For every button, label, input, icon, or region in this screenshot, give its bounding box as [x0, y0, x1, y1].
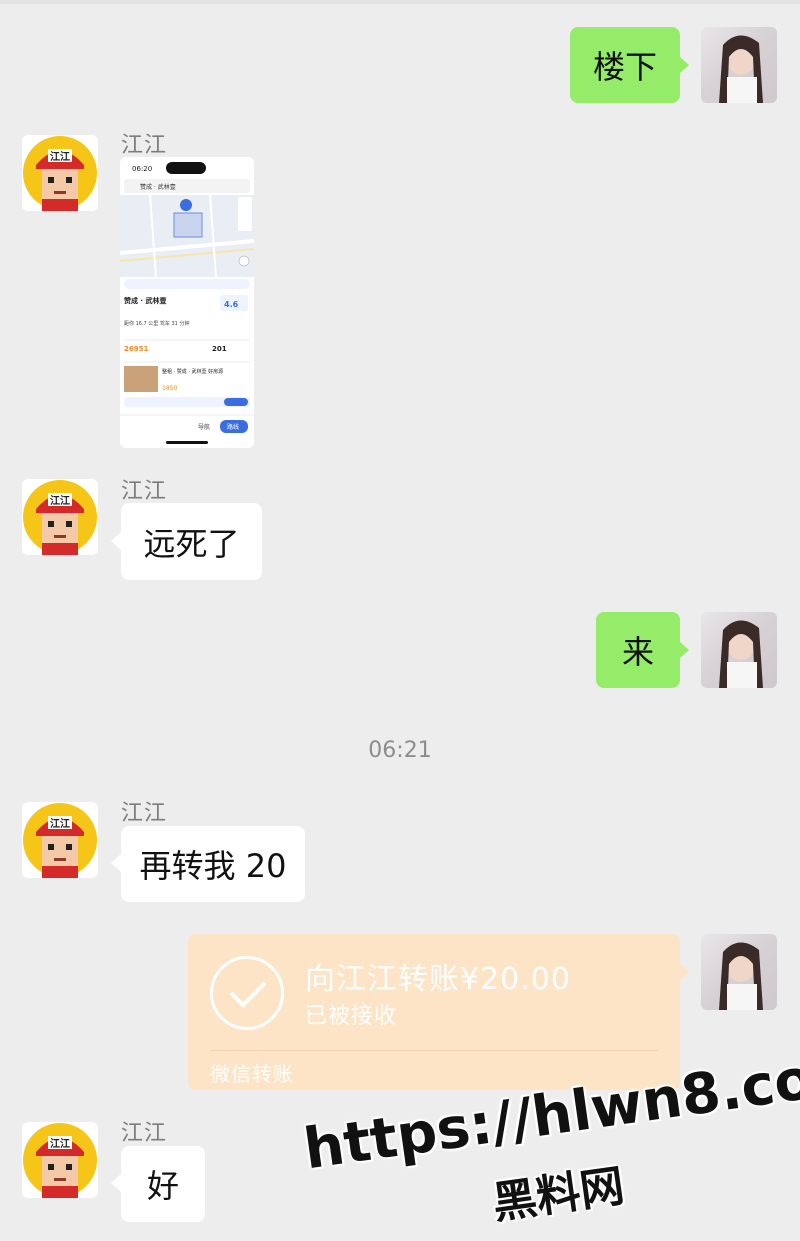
- contact-avatar[interactable]: 江江: [22, 1122, 98, 1198]
- sender-name: 江江: [121, 479, 168, 504]
- bubble-tail: [111, 1174, 121, 1192]
- top-divider: [0, 0, 800, 4]
- message-text: 楼下: [592, 48, 657, 86]
- map-place-name: 赞成 · 武林壹: [123, 296, 167, 305]
- message-text: 远死了: [143, 524, 240, 563]
- map-screenshot-image[interactable]: 06:20 赞成 · 武林壹 赞成 · 武林壹 4.6 距你 16.7 公里 驾…: [120, 157, 254, 448]
- contact-avatar[interactable]: 江江: [22, 135, 98, 211]
- bubble-tail: [111, 854, 121, 872]
- map-search-text: 赞成 · 武林壹: [140, 183, 176, 191]
- message-timestamp: 06:21: [368, 738, 432, 763]
- message-bubble-received[interactable]: 远死了: [121, 503, 262, 580]
- avatar-badge-text: 江江: [50, 817, 70, 830]
- transfer-divider: [210, 1050, 658, 1051]
- message-bubble-sent[interactable]: 来: [596, 612, 680, 688]
- transfer-footer: 微信转账: [210, 1062, 294, 1086]
- watermark-site-name: 黑料网: [489, 1160, 628, 1230]
- sender-name: 江江: [121, 133, 168, 158]
- message-bubble-received[interactable]: 再转我 20: [121, 826, 305, 902]
- avatar-badge-text: 江江: [50, 494, 70, 507]
- self-avatar[interactable]: [701, 27, 777, 103]
- map-ad-price: 1850: [162, 385, 177, 392]
- sender-name: 江江: [121, 1121, 168, 1146]
- transfer-card[interactable]: 向江江转账¥20.00 已被接收 微信转账: [188, 934, 680, 1090]
- map-price: 26951: [124, 345, 148, 353]
- bubble-tail: [679, 56, 689, 74]
- bubble-tail: [679, 963, 689, 981]
- map-ad-title: 整租 · 赞成 · 武林壹 好房源: [162, 368, 223, 375]
- contact-avatar[interactable]: 江江: [22, 802, 98, 878]
- sender-name: 江江: [121, 801, 168, 826]
- map-status-time: 06:20: [132, 165, 152, 173]
- avatar-badge-text: 江江: [50, 1137, 70, 1150]
- check-circle-icon: [210, 956, 284, 1030]
- transfer-title: 向江江转账¥20.00: [305, 962, 571, 997]
- map-count: 201: [212, 345, 227, 353]
- self-avatar[interactable]: [701, 934, 777, 1010]
- map-nav-button: 导航: [198, 423, 210, 431]
- map-distance: 距你 16.7 公里 驾车 31 分钟: [124, 320, 189, 327]
- map-route-button: 路线: [227, 423, 239, 431]
- bubble-tail: [111, 532, 121, 550]
- bubble-tail: [679, 641, 689, 659]
- transfer-status: 已被接收: [305, 1004, 398, 1029]
- message-text: 再转我 20: [139, 847, 287, 885]
- map-rating: 4.6: [224, 300, 239, 309]
- avatar-badge-text: 江江: [50, 150, 70, 163]
- contact-avatar[interactable]: 江江: [22, 479, 98, 555]
- self-avatar[interactable]: [701, 612, 777, 688]
- message-bubble-received[interactable]: 好: [121, 1146, 205, 1222]
- message-text: 好: [146, 1167, 179, 1205]
- message-bubble-sent[interactable]: 楼下: [570, 27, 680, 103]
- message-text: 来: [621, 633, 654, 671]
